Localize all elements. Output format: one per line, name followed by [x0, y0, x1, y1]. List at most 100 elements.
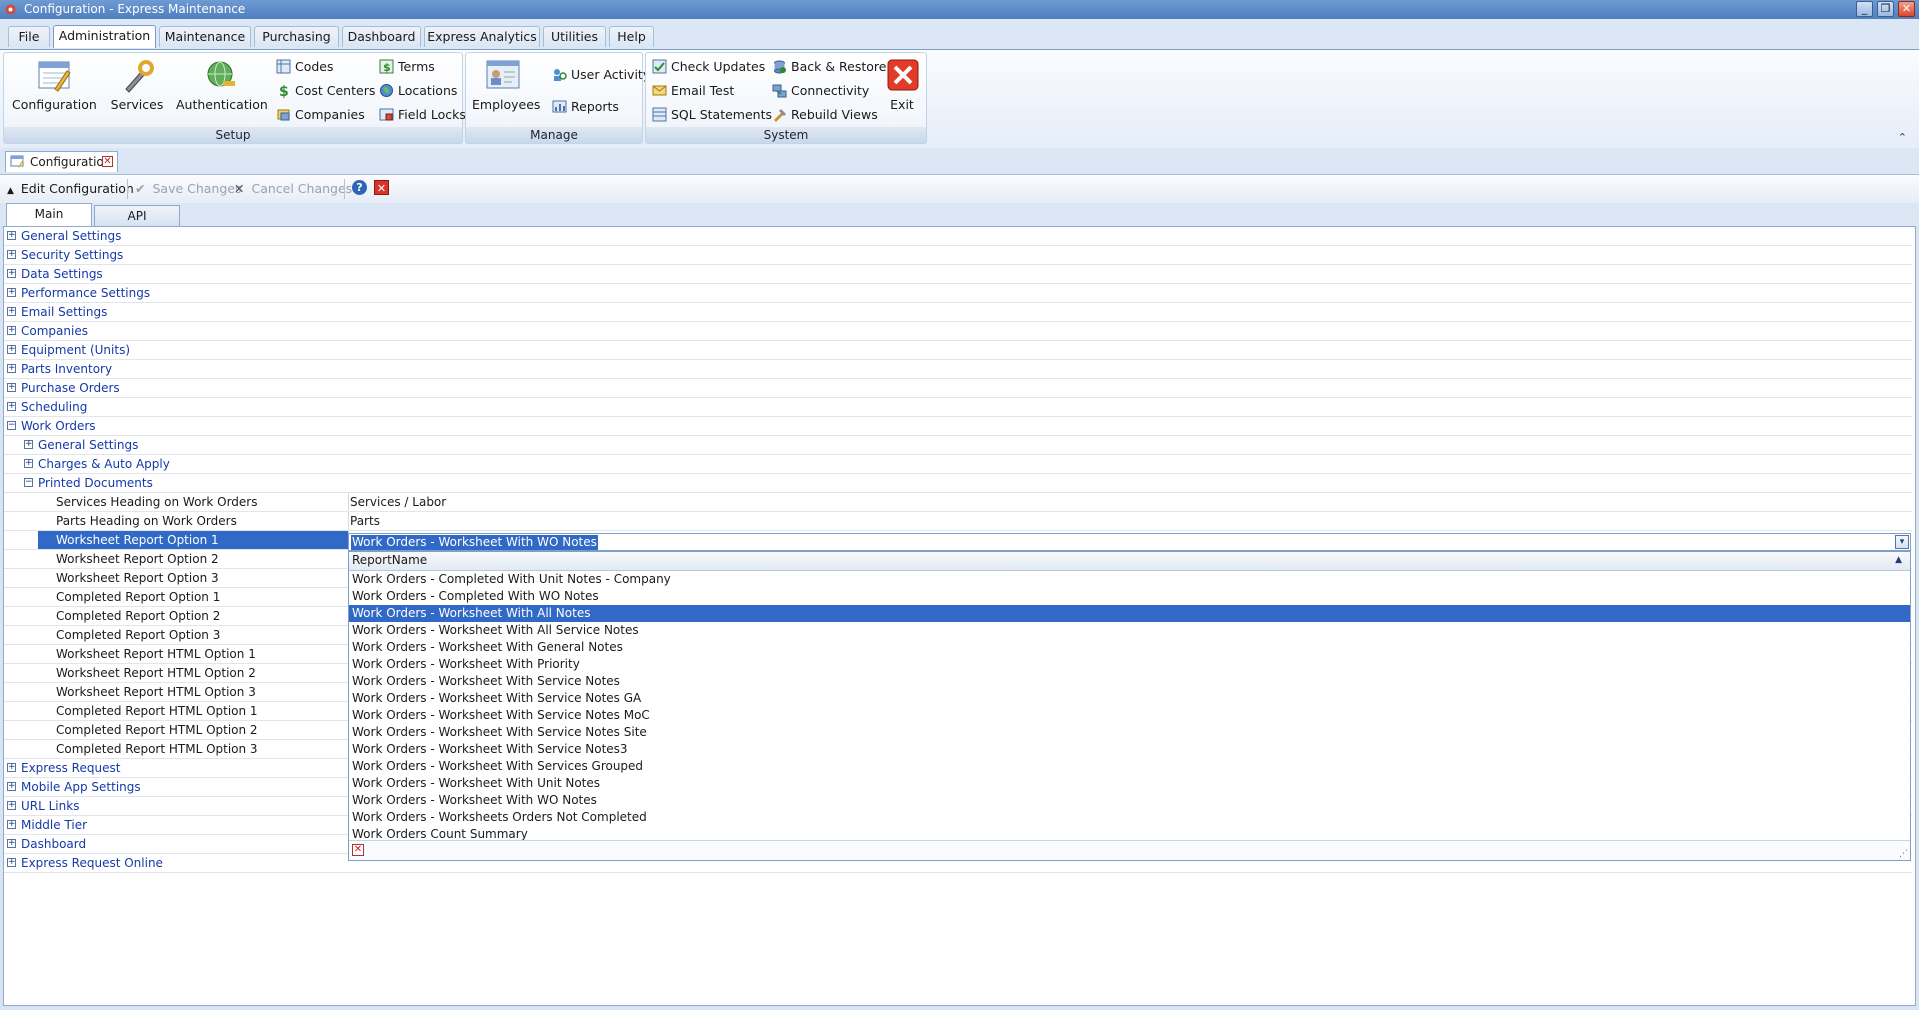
dropdown-option[interactable]: Work Orders - Worksheet With Service Not… [349, 690, 1910, 707]
editor-value[interactable]: Work Orders - Worksheet With WO Notes [351, 535, 598, 550]
cancel-changes-button[interactable]: ✕ Cancel Changes [234, 181, 352, 196]
tab-main[interactable]: Main [6, 203, 92, 226]
expand-icon[interactable]: + [7, 326, 16, 335]
expand-icon[interactable]: + [7, 801, 16, 810]
document-tab-configuration[interactable]: Configuration ✕ [5, 151, 118, 172]
rebuild-views-button[interactable]: Rebuild Views [772, 107, 878, 122]
tab-api[interactable]: API [94, 205, 180, 226]
dropdown-option[interactable]: Work Orders - Worksheet With All Notes [349, 605, 1910, 622]
dropdown-option[interactable]: Work Orders - Worksheet With Services Gr… [349, 758, 1910, 775]
category-row[interactable]: + Scheduling [4, 398, 1912, 417]
category-row[interactable]: + Data Settings [4, 265, 1912, 284]
dropdown-option[interactable]: Work Orders - Worksheet With Service Not… [349, 741, 1910, 758]
dropdown-arrow-icon[interactable]: ▾ [1895, 535, 1909, 549]
dropdown-option[interactable]: Work Orders - Worksheet With All Service… [349, 622, 1910, 639]
close-window-button[interactable]: ✕ [1898, 1, 1915, 17]
menu-tab-administration[interactable]: Administration [53, 25, 156, 48]
expand-icon[interactable]: + [7, 288, 16, 297]
category-row[interactable]: + Performance Settings [4, 284, 1912, 303]
category-row[interactable]: + Companies [4, 322, 1912, 341]
check-updates-button[interactable]: Check Updates [652, 59, 765, 74]
connectivity-button[interactable]: Connectivity [772, 83, 869, 98]
clear-selection-icon[interactable]: ✕ [352, 844, 364, 856]
collapse-icon[interactable]: − [24, 478, 33, 487]
menu-tab-maintenance[interactable]: Maintenance [159, 26, 251, 47]
property-row[interactable]: Parts Heading on Work Orders Parts [4, 512, 1912, 531]
back-restore-button[interactable]: Back & Restore [772, 59, 886, 74]
expand-icon[interactable]: + [24, 459, 33, 468]
terms-button[interactable]: $ Terms [379, 59, 435, 74]
resize-grip-icon[interactable]: ⋰ [1899, 849, 1908, 859]
category-row[interactable]: + Email Settings [4, 303, 1912, 322]
property-value[interactable]: Services / Labor [350, 493, 446, 511]
dropdown-option[interactable]: Work Orders - Worksheet With Priority [349, 656, 1910, 673]
expand-icon[interactable]: + [7, 763, 16, 772]
expand-icon[interactable]: + [7, 402, 16, 411]
exit-button[interactable]: Exit [884, 59, 920, 112]
field-locks-button[interactable]: Field Locks [379, 107, 466, 122]
expand-icon[interactable]: + [7, 231, 16, 240]
category-row[interactable]: + Security Settings [4, 246, 1912, 265]
configuration-button[interactable]: Configuration [12, 59, 97, 112]
property-name: Services Heading on Work Orders [56, 495, 258, 509]
email-test-button[interactable]: Email Test [652, 83, 734, 98]
dropdown-option[interactable]: Work Orders - Worksheets Orders Not Comp… [349, 809, 1910, 826]
category-row[interactable]: + Equipment (Units) [4, 341, 1912, 360]
subcategory-row[interactable]: − Printed Documents [4, 474, 1912, 493]
save-changes-button[interactable]: ✔ Save Changes [135, 181, 242, 196]
expand-icon[interactable]: + [7, 383, 16, 392]
property-row[interactable]: Services Heading on Work Orders Services … [4, 493, 1912, 512]
expand-icon[interactable]: + [7, 839, 16, 848]
sql-statements-button[interactable]: SQL Statements [652, 107, 772, 122]
dropdown-option[interactable]: Work Orders - Completed With Unit Notes … [349, 571, 1910, 588]
codes-button[interactable]: Codes [276, 59, 334, 74]
expand-icon[interactable]: + [7, 307, 16, 316]
menu-tab-dashboard[interactable]: Dashboard [342, 26, 421, 47]
dropdown-option[interactable]: Work Orders - Worksheet With WO Notes [349, 792, 1910, 809]
collapse-icon[interactable]: − [7, 421, 16, 430]
expand-icon[interactable]: + [7, 820, 16, 829]
user-activity-button[interactable]: User Activity [552, 67, 650, 82]
employees-button[interactable]: Employees [472, 59, 540, 112]
expand-icon[interactable]: + [7, 250, 16, 259]
collapse-ribbon-icon[interactable]: ⌃ [1898, 131, 1907, 144]
property-value[interactable]: Parts [350, 512, 380, 530]
minimize-button[interactable]: _ [1856, 1, 1873, 17]
subcategory-row[interactable]: + Charges & Auto Apply [4, 455, 1912, 474]
close-panel-icon[interactable]: ✕ [374, 180, 389, 195]
subcategory-row[interactable]: + General Settings [4, 436, 1912, 455]
dropdown-column-header[interactable]: ReportName ▲ [349, 552, 1910, 571]
cost-centers-button[interactable]: $ Cost Centers [276, 83, 375, 98]
menu-tab-purchasing[interactable]: Purchasing [254, 26, 339, 47]
reports-button[interactable]: Reports [552, 99, 619, 114]
expand-icon[interactable]: + [7, 858, 16, 867]
close-tab-icon[interactable]: ✕ [102, 156, 113, 167]
menu-tab-file[interactable]: File [8, 26, 50, 47]
expand-icon[interactable]: + [24, 440, 33, 449]
menu-tab-express-analytics[interactable]: Express Analytics [424, 26, 540, 47]
dropdown-option[interactable]: Work Orders - Worksheet With General Not… [349, 639, 1910, 656]
dropdown-option[interactable]: Work Orders - Worksheet With Service Not… [349, 724, 1910, 741]
authentication-button[interactable]: Authentication [176, 59, 268, 112]
edit-configuration-button[interactable]: ▲ Edit Configuration [7, 181, 134, 196]
dropdown-option[interactable]: Work Orders - Worksheet With Service Not… [349, 707, 1910, 724]
dropdown-option[interactable]: Work Orders - Worksheet With Unit Notes [349, 775, 1910, 792]
report-option-editor[interactable]: Work Orders - Worksheet With WO Notes ▾ [348, 533, 1911, 551]
help-icon[interactable]: ? [352, 180, 367, 195]
category-row[interactable]: + Purchase Orders [4, 379, 1912, 398]
services-button[interactable]: Services [104, 59, 170, 112]
expand-icon[interactable]: + [7, 364, 16, 373]
category-row[interactable]: + Parts Inventory [4, 360, 1912, 379]
companies-button[interactable]: Companies [276, 107, 365, 122]
locations-button[interactable]: Locations [379, 83, 457, 98]
expand-icon[interactable]: + [7, 345, 16, 354]
dropdown-option[interactable]: Work Orders - Completed With WO Notes [349, 588, 1910, 605]
dropdown-option[interactable]: Work Orders - Worksheet With Service Not… [349, 673, 1910, 690]
category-row[interactable]: − Work Orders [4, 417, 1912, 436]
category-row[interactable]: + General Settings [4, 227, 1912, 246]
expand-icon[interactable]: + [7, 782, 16, 791]
restore-button[interactable]: ❐ [1877, 1, 1894, 17]
expand-icon[interactable]: + [7, 269, 16, 278]
menu-tab-utilities[interactable]: Utilities [543, 26, 606, 47]
menu-tab-help[interactable]: Help [609, 26, 654, 47]
